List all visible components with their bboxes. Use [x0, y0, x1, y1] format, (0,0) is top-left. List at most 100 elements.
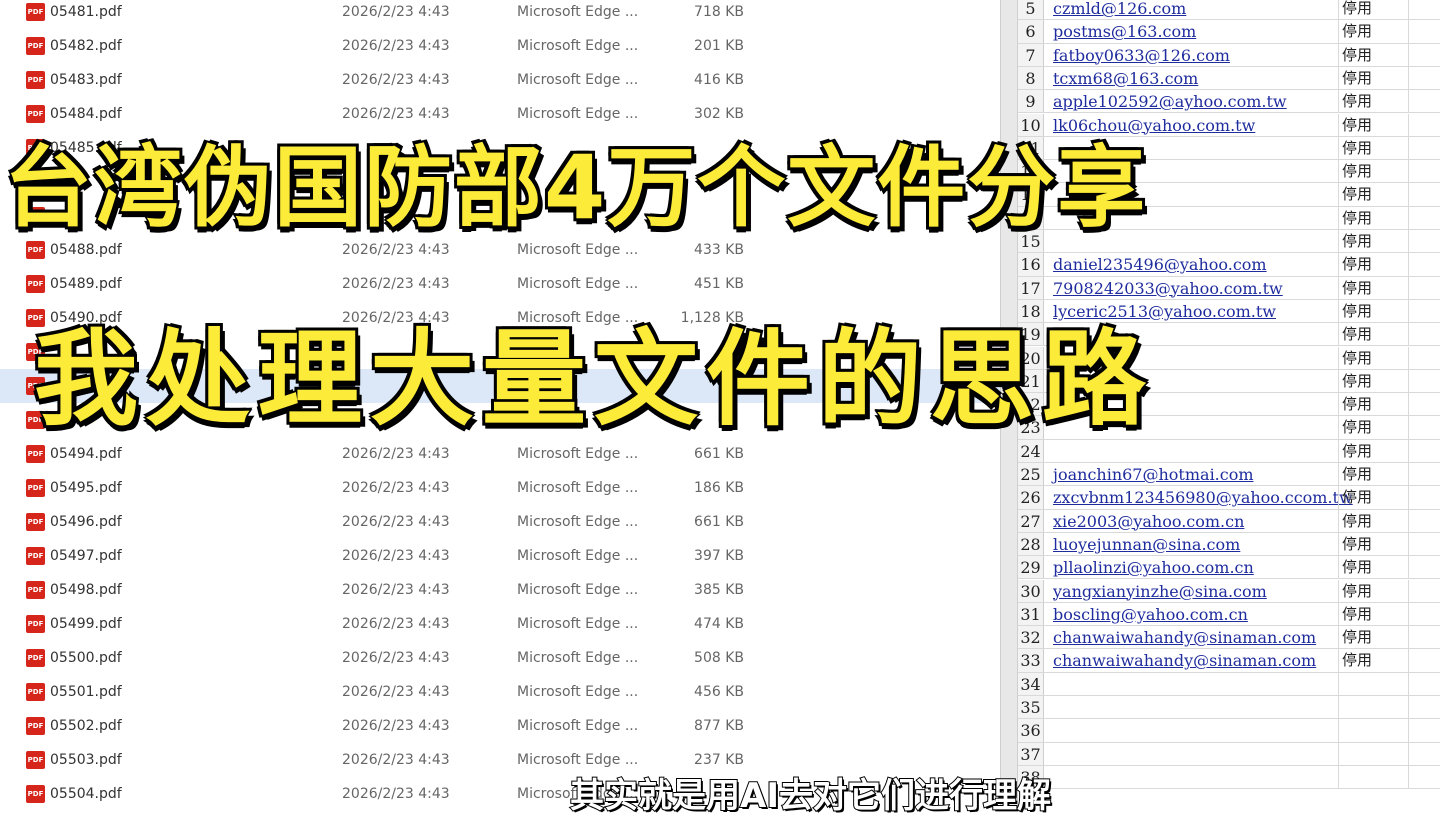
email-link[interactable]: boscling@yahoo.com.cn — [1053, 603, 1248, 626]
file-row[interactable]: PDF 05484.pdf 2026/2/23 4:43 Microsoft Edge… — [0, 97, 1000, 131]
empty-cell[interactable] — [1408, 649, 1409, 672]
file-row[interactable]: PDF 05499.pdf 2026/2/23 4:43 Microsoft Edge… — [0, 607, 1000, 641]
row-number[interactable]: 33 — [1018, 649, 1044, 672]
status-cell[interactable]: 停用 — [1338, 0, 1372, 20]
email-link[interactable]: tcxm68@163.com — [1053, 67, 1198, 90]
file-date: 2026/2/23 4:43 — [342, 38, 450, 54]
pdf-file-icon: PDF — [26, 581, 45, 599]
email-link[interactable]: zxcvbnm123456980@yahoo.ccom.tw — [1053, 486, 1353, 509]
status-cell[interactable]: 停用 — [1338, 253, 1372, 276]
empty-cell[interactable] — [1408, 509, 1409, 532]
empty-cell[interactable] — [1408, 90, 1409, 113]
file-name: 05503.pdf — [50, 752, 122, 768]
row-number[interactable]: 16 — [1018, 253, 1044, 276]
email-link[interactable]: xie2003@yahoo.com.cn — [1053, 510, 1244, 533]
file-name: 05504.pdf — [50, 786, 122, 802]
empty-cell[interactable] — [1408, 672, 1409, 695]
empty-cell[interactable] — [1408, 719, 1409, 742]
email-link[interactable]: 7908242033@yahoo.com.tw — [1053, 277, 1283, 300]
empty-cell[interactable] — [1408, 486, 1409, 509]
file-row[interactable]: PDF 05497.pdf 2026/2/23 4:43 Microsoft Edge… — [0, 539, 1000, 573]
email-link[interactable]: fatboy0633@126.com — [1053, 44, 1230, 67]
status-cell[interactable] — [1338, 719, 1342, 742]
status-cell[interactable]: 停用 — [1338, 20, 1372, 43]
email-link[interactable]: czmld@126.com — [1053, 0, 1186, 20]
email-link[interactable]: chanwaiwahandy@sinaman.com — [1053, 626, 1316, 649]
empty-cell[interactable] — [1408, 66, 1409, 90]
file-row[interactable]: PDF 05502.pdf 2026/2/23 4:43 Microsoft Edge… — [0, 709, 1000, 743]
empty-cell[interactable] — [1408, 556, 1409, 579]
status-cell[interactable] — [1338, 696, 1342, 719]
status-cell[interactable]: 停用 — [1338, 556, 1372, 579]
file-row[interactable]: PDF 05483.pdf 2026/2/23 4:43 Microsoft Edge… — [0, 63, 1000, 97]
file-name: 05481.pdf — [50, 4, 122, 20]
empty-cell[interactable] — [1408, 626, 1409, 649]
row-number[interactable]: 31 — [1018, 602, 1044, 626]
empty-cell[interactable] — [1408, 532, 1409, 556]
empty-cell[interactable] — [1408, 742, 1409, 765]
row-number[interactable]: 37 — [1018, 742, 1044, 765]
row-number[interactable]: 36 — [1018, 719, 1044, 742]
row-number[interactable]: 32 — [1018, 626, 1044, 649]
status-cell[interactable]: 停用 — [1338, 649, 1372, 672]
empty-cell[interactable] — [1408, 43, 1409, 66]
empty-cell[interactable] — [1408, 579, 1409, 602]
row-number[interactable]: 35 — [1018, 696, 1044, 719]
row-number[interactable]: 7 — [1018, 43, 1044, 66]
empty-cell[interactable] — [1408, 765, 1409, 789]
empty-cell[interactable] — [1408, 276, 1409, 299]
empty-cell[interactable] — [1408, 20, 1409, 43]
row-number[interactable]: 27 — [1018, 509, 1044, 532]
status-cell[interactable] — [1338, 672, 1342, 695]
row-number[interactable]: 6 — [1018, 20, 1044, 43]
file-row[interactable]: PDF 05500.pdf 2026/2/23 4:43 Microsoft Edge… — [0, 641, 1000, 675]
status-cell[interactable]: 停用 — [1338, 463, 1372, 486]
pdf-file-icon: PDF — [26, 683, 45, 701]
email-link[interactable]: yangxianyinzhe@sina.com — [1053, 580, 1267, 603]
email-link[interactable]: postms@163.com — [1053, 20, 1196, 43]
status-cell[interactable] — [1338, 765, 1342, 789]
status-cell[interactable]: 停用 — [1338, 509, 1372, 532]
email-link[interactable]: luoyejunnan@sina.com — [1053, 533, 1240, 556]
row-number[interactable]: 26 — [1018, 486, 1044, 509]
file-row[interactable]: PDF 05498.pdf 2026/2/23 4:43 Microsoft Edge… — [0, 573, 1000, 607]
status-cell[interactable]: 停用 — [1338, 90, 1372, 113]
file-row[interactable]: PDF 05482.pdf 2026/2/23 4:43 Microsoft Edge… — [0, 29, 1000, 63]
file-type: Microsoft Edge ... — [517, 582, 639, 598]
status-cell[interactable]: 停用 — [1338, 276, 1372, 299]
file-row[interactable]: PDF 05501.pdf 2026/2/23 4:43 Microsoft Edge… — [0, 675, 1000, 709]
pdf-file-icon: PDF — [26, 547, 45, 565]
status-cell[interactable]: 停用 — [1338, 486, 1372, 509]
empty-cell[interactable] — [1408, 463, 1409, 486]
empty-cell[interactable] — [1408, 0, 1409, 20]
empty-cell[interactable] — [1408, 253, 1409, 276]
email-link[interactable]: pllaolinzi@yahoo.com.cn — [1053, 556, 1254, 579]
status-cell[interactable]: 停用 — [1338, 579, 1372, 602]
row-number[interactable]: 30 — [1018, 579, 1044, 602]
empty-cell[interactable] — [1408, 602, 1409, 626]
file-row[interactable]: PDF 05496.pdf 2026/2/23 4:43 Microsoft Edge… — [0, 505, 1000, 539]
status-cell[interactable]: 停用 — [1338, 602, 1372, 626]
row-number[interactable]: 29 — [1018, 556, 1044, 579]
file-row[interactable]: PDF 05481.pdf 2026/2/23 4:43 Microsoft Edge… — [0, 0, 1000, 29]
status-cell[interactable]: 停用 — [1338, 626, 1372, 649]
file-row[interactable]: PDF 05489.pdf 2026/2/23 4:43 Microsoft Edge… — [0, 267, 1000, 301]
pdf-file-icon: PDF — [26, 71, 45, 89]
row-number[interactable]: 28 — [1018, 532, 1044, 556]
row-number[interactable]: 34 — [1018, 672, 1044, 695]
email-link[interactable]: daniel235496@yahoo.com — [1053, 253, 1267, 276]
row-number[interactable]: 9 — [1018, 90, 1044, 113]
status-cell[interactable]: 停用 — [1338, 532, 1372, 556]
email-link[interactable]: chanwaiwahandy@sinaman.com — [1053, 649, 1316, 672]
row-number[interactable]: 25 — [1018, 463, 1044, 486]
status-cell[interactable] — [1338, 742, 1342, 765]
row-number[interactable]: 5 — [1018, 0, 1044, 20]
status-cell[interactable]: 停用 — [1338, 66, 1372, 90]
status-cell[interactable]: 停用 — [1338, 43, 1372, 66]
email-link[interactable]: apple102592@ayhoo.com.tw — [1053, 90, 1287, 113]
row-number[interactable]: 8 — [1018, 66, 1044, 90]
email-link[interactable]: joanchin67@hotmai.com — [1053, 463, 1254, 486]
file-row[interactable]: PDF 05495.pdf 2026/2/23 4:43 Microsoft Edge… — [0, 471, 1000, 505]
row-number[interactable]: 17 — [1018, 276, 1044, 299]
empty-cell[interactable] — [1408, 696, 1409, 719]
